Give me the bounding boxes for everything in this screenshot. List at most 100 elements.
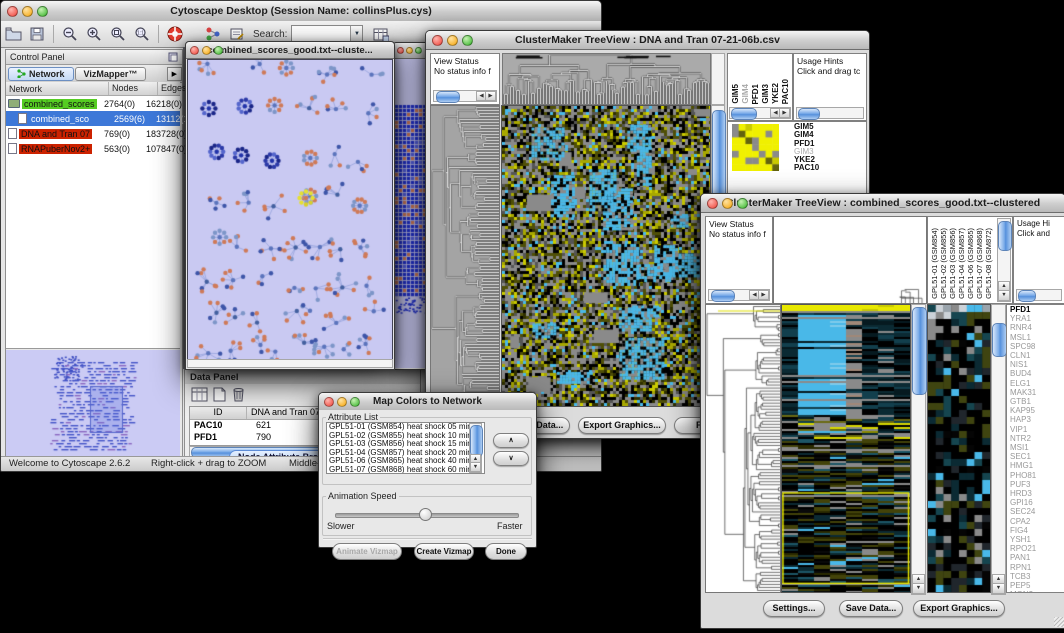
minimize-icon[interactable] [202, 46, 211, 55]
network-view-titlebar[interactable]: combined_scores_good.txt--cluste... [186, 42, 394, 59]
scroll-down-icon[interactable]: ▼ [470, 462, 481, 472]
view-status-hscrollbar[interactable]: ◀ ▶ [708, 289, 770, 301]
zoom-in-button[interactable] [82, 23, 106, 45]
animate-vizmap-button[interactable]: Animate Vizmap [332, 543, 402, 560]
treeview2-zoom-vscrollbar[interactable]: ▲ ▼ [991, 304, 1006, 595]
treeview1-top-scroll-track[interactable] [711, 53, 725, 105]
zoom-icon[interactable] [737, 198, 748, 209]
treeview2-row-dendrogram[interactable] [705, 304, 781, 593]
gene-label[interactable]: TCB3 [1010, 572, 1064, 581]
done-button[interactable]: Done [485, 543, 527, 560]
gene-label[interactable]: NTR2 [1010, 434, 1064, 443]
gene-label[interactable]: PFD1 [1010, 305, 1064, 314]
tv2-export-graphics-button[interactable]: Export Graphics... [913, 600, 1005, 617]
gene-label[interactable]: MON2 [1010, 590, 1064, 593]
gene-label[interactable]: GTB1 [1010, 397, 1064, 406]
treeview2-vscrollbar[interactable]: ▲ ▼ [911, 304, 926, 595]
network-hscrollbar[interactable] [187, 359, 393, 368]
column-labels-hscrollbar[interactable]: ◀ ▶ [729, 107, 791, 119]
column-label[interactable]: GPL51-08 (GSM872) [984, 228, 993, 299]
gene-label[interactable]: ELG1 [1010, 379, 1064, 388]
tv1-export-graphics-button[interactable]: Export Graphics... [578, 417, 666, 434]
treeview1-column-dendrogram[interactable] [502, 53, 711, 105]
gene-label[interactable]: PAN1 [1010, 553, 1064, 562]
gene-label[interactable]: KAP95 [1010, 406, 1064, 415]
tab-network[interactable]: Network [8, 67, 74, 81]
scrollbar-thumb[interactable] [912, 307, 927, 395]
column-label[interactable]: PAC10 [781, 79, 791, 104]
gene-label[interactable]: PUF3 [1010, 480, 1064, 489]
column-labels-vscrollbar[interactable]: ▲ ▼ [997, 218, 1011, 302]
scroll-down-icon[interactable]: ▼ [992, 583, 1005, 594]
gene-label[interactable]: SEC24 [1010, 507, 1064, 516]
move-down-button[interactable]: ∨ [493, 451, 529, 466]
close-icon[interactable] [432, 35, 443, 46]
column-label[interactable]: GPL51-07 (GSM868) [975, 228, 984, 299]
usage-hints-hscrollbar[interactable] [796, 107, 864, 119]
zoom-icon[interactable] [415, 47, 422, 54]
column-label[interactable]: GPL51-01 (GSM854) [930, 228, 939, 299]
zoom-selected-button[interactable] [106, 23, 130, 45]
scrollbar-thumb[interactable] [992, 323, 1007, 357]
gene-label[interactable]: GPI16 [1010, 498, 1064, 507]
treeview1-correlation-minimap[interactable] [732, 124, 779, 171]
scrollbar-thumb[interactable] [470, 425, 483, 457]
close-icon[interactable] [190, 46, 199, 55]
gene-label[interactable]: SEC1 [1010, 452, 1064, 461]
open-file-button[interactable] [1, 23, 25, 45]
select-attributes-button[interactable] [191, 387, 208, 407]
tv2-save-data-button[interactable]: Save Data... [839, 600, 903, 617]
column-label[interactable]: GIM3 [761, 84, 771, 104]
gene-label[interactable]: PAC10 [794, 164, 819, 172]
gene-label[interactable]: PEP5 [1010, 581, 1064, 590]
column-label[interactable]: GIM4 [741, 84, 751, 104]
column-label[interactable]: YKE2 [771, 83, 781, 104]
close-icon[interactable] [324, 397, 334, 407]
usage-hints-hscrollbar[interactable] [1016, 289, 1062, 301]
network-list-row[interactable]: RNAPuberNov2+ 563(0) 107847(0) [6, 141, 180, 156]
minimize-icon[interactable] [22, 6, 33, 17]
search-dropdown-button[interactable]: ▼ [350, 26, 362, 42]
new-attribute-button[interactable] [213, 387, 226, 407]
scrollbar-thumb[interactable] [712, 110, 726, 200]
attribute-list-item[interactable]: GPL51-07 (GSM868) heat shock 60 min [329, 466, 484, 474]
column-label[interactable]: GIM5 [731, 84, 741, 104]
treeview2-zoom-heatmap[interactable] [927, 304, 991, 593]
gene-label[interactable]: MSI1 [1010, 443, 1064, 452]
treeview1-heatmap[interactable] [501, 105, 711, 407]
close-icon[interactable] [397, 47, 404, 54]
network-list-header[interactable]: Network Nodes Edges [6, 82, 180, 96]
treeview1-row-dendrogram[interactable] [430, 105, 500, 407]
minimize-icon[interactable] [447, 35, 458, 46]
tv2-settings-button[interactable]: Settings... [763, 600, 825, 617]
close-icon[interactable] [707, 198, 718, 209]
gene-label[interactable]: CPA2 [1010, 517, 1064, 526]
network-list-row[interactable]: DNA and Tran 07 769(0) 183728(0) [6, 126, 180, 141]
gene-label[interactable]: HRD3 [1010, 489, 1064, 498]
gene-label[interactable]: MAK31 [1010, 388, 1064, 397]
zoom-icon[interactable] [350, 397, 360, 407]
gene-label[interactable]: VIP1 [1010, 425, 1064, 434]
column-label[interactable]: GPL51-04 (GSM857) [957, 228, 966, 299]
gene-label[interactable]: HMG1 [1010, 461, 1064, 470]
zoom-out-button[interactable] [58, 23, 82, 45]
gene-label[interactable]: RPO21 [1010, 544, 1064, 553]
gene-label[interactable]: CLN1 [1010, 351, 1064, 360]
gene-label[interactable]: RPN1 [1010, 563, 1064, 572]
zoom-fit-button[interactable]: 1:1 [130, 23, 154, 45]
minimize-icon[interactable] [722, 198, 733, 209]
network-overview-thumbnail[interactable] [6, 350, 180, 456]
tab-overflow-button[interactable]: ▶ [167, 67, 182, 81]
treeview2-column-dendrogram[interactable] [773, 216, 927, 304]
save-button[interactable] [25, 23, 49, 45]
zoom-icon[interactable] [37, 6, 48, 17]
create-vizmap-button[interactable]: Create Vizmap [414, 543, 474, 560]
minimize-icon[interactable] [337, 397, 347, 407]
resize-grip[interactable] [1054, 617, 1064, 627]
treeview2-titlebar[interactable]: ClusterMaker TreeView : combined_scores_… [701, 194, 1064, 213]
view-status-hscrollbar[interactable]: ◀ ▶ [433, 90, 497, 102]
float-panel-icon[interactable] [168, 52, 178, 62]
minimize-icon[interactable] [406, 47, 413, 54]
zoom-icon[interactable] [462, 35, 473, 46]
network-list-row[interactable]: combined_scores 2764(0) 16218(0) [6, 96, 180, 111]
